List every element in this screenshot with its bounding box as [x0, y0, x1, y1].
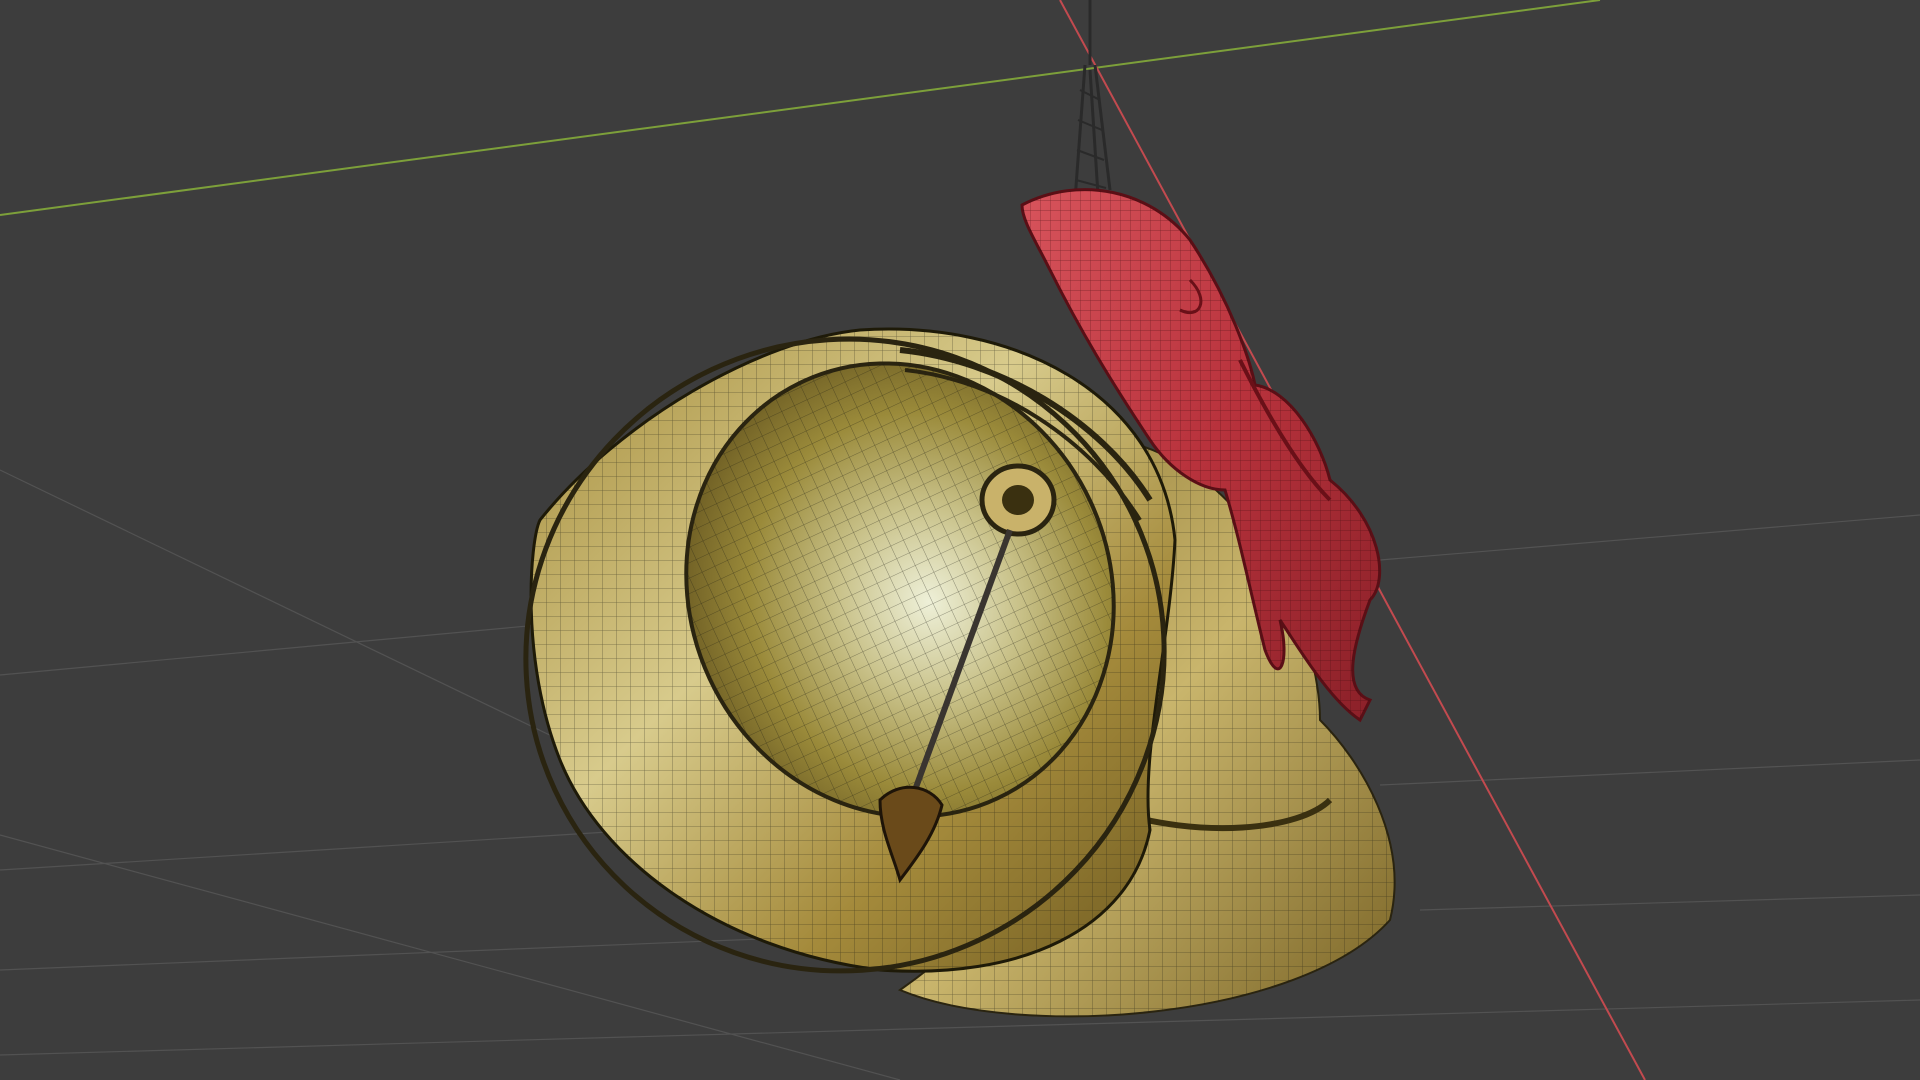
viewport-scene[interactable]	[0, 0, 1920, 1080]
3d-viewport[interactable]	[0, 0, 1920, 1080]
hanging-chain	[1073, 0, 1112, 201]
y-axis-line	[0, 0, 1601, 216]
